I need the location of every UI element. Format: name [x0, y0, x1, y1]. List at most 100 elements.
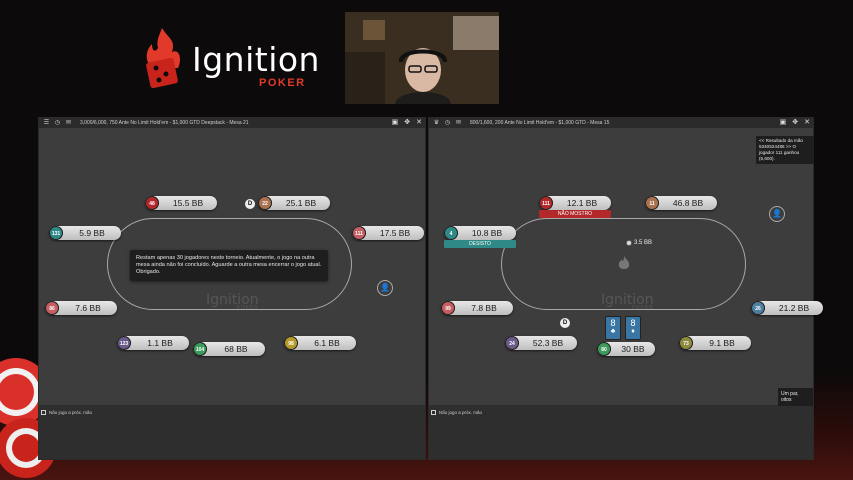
left-table-window[interactable]: ☰ ◷ ✉ 3,000/6,000, 750 Ante No Limit Hol…	[38, 117, 426, 460]
seat-stack: 30 BB	[621, 344, 645, 354]
menu-icon[interactable]: ☰	[43, 120, 50, 127]
card-rank: 8	[610, 318, 616, 328]
seat-avatar: 4	[444, 226, 458, 240]
seat-avatar: 24	[505, 336, 519, 350]
club-icon: ♣	[610, 328, 616, 335]
seat-action-tag: DESISTO	[444, 240, 516, 248]
seat-action-tag: NÃO MOSTRO	[539, 210, 611, 218]
left-action-area: Não jogo a próx. mão	[39, 405, 425, 459]
card-rank: 8	[630, 318, 636, 328]
empty-seat-icon[interactable]: 👤	[377, 280, 393, 296]
seat-stack: 9.1 BB	[709, 338, 735, 348]
pot-display: 3.5 BB	[626, 240, 652, 246]
diamond-icon: ♦	[631, 328, 635, 335]
left-close-icon[interactable]: ✕	[416, 119, 422, 127]
webcam-feed	[345, 12, 499, 104]
seat-avatar: 123	[117, 336, 131, 350]
seat-avatar: 73	[679, 336, 693, 350]
checkbox-icon[interactable]	[431, 410, 436, 415]
seat-avatar: 26	[751, 301, 765, 315]
seat-stack: 1.1 BB	[147, 338, 173, 348]
streamer-image	[345, 12, 499, 104]
left-move-icon[interactable]: ✥	[404, 119, 410, 127]
right-close-icon[interactable]: ✕	[804, 119, 810, 127]
logo-wordmark: Ignition	[192, 40, 320, 79]
sit-out-label: Não jogo a próx. mão	[49, 410, 93, 415]
right-sit-out-checkbox[interactable]: Não jogo a próx. mão	[431, 410, 482, 415]
seat-avatar: 11	[645, 196, 659, 210]
chat-icon[interactable]: ✉	[455, 120, 462, 127]
seat-avatar: 80	[597, 342, 611, 356]
left-felt-logo: Ignition POKER	[206, 292, 259, 311]
seat-avatar: 111	[352, 226, 366, 240]
seat-stack: 15.5 BB	[172, 198, 204, 208]
seat-stack: 52.3 BB	[532, 338, 564, 348]
seat[interactable]: 48 15.5 BB	[145, 196, 217, 210]
seat[interactable]: 22 25.1 BB	[258, 196, 330, 210]
right-felt: Ignition POKER 3.5 BB << Resultado da mã…	[429, 128, 823, 405]
seat[interactable]: 111 12.1 BB NÃO MOSTRO	[539, 196, 611, 218]
checkbox-icon[interactable]	[41, 410, 46, 415]
tournament-notice: Restam apenas 30 jogadores neste torneio…	[130, 250, 328, 281]
trophy-icon[interactable]: ♛	[433, 120, 440, 127]
hero-card: 8 ♦	[625, 316, 641, 340]
dealer-button: D	[245, 199, 255, 209]
sit-out-label: Não jogo a próx. mão	[439, 410, 483, 415]
left-table-title: 3,000/6,000, 750 Ante No Limit Hold'em -…	[80, 120, 249, 126]
seat[interactable]: 24 52.3 BB	[505, 336, 577, 350]
seat-avatar: 99	[441, 301, 455, 315]
seat-stack: 25.1 BB	[285, 198, 317, 208]
ignition-poker-logo: Ignition POKER	[142, 26, 319, 92]
seat[interactable]: 86 7.6 BB	[45, 301, 117, 315]
seat[interactable]: 99 7.8 BB	[441, 301, 513, 315]
left-sit-out-checkbox[interactable]: Não jogo a próx. mão	[41, 410, 92, 415]
lobby-icon[interactable]: ◷	[444, 120, 451, 127]
seat[interactable]: 98 6.1 BB	[284, 336, 356, 350]
right-action-area: Não jogo a próx. mão	[429, 405, 813, 459]
hand-result-popup: << Resultado da mão 5340524486 >> O joga…	[756, 136, 814, 164]
chip-icon	[626, 240, 632, 246]
hero-card: 8 ♣	[605, 316, 621, 340]
dealer-button: D	[560, 318, 570, 328]
right-table-window[interactable]: ♛ ◷ ✉ 800/1,600, 200 Ante No Limit Hold'…	[428, 117, 823, 460]
seat[interactable]: 26 21.2 BB	[751, 301, 823, 315]
lobby-icon[interactable]: ◷	[54, 120, 61, 127]
seat[interactable]: 73 9.1 BB	[679, 336, 751, 350]
seat-stack: 7.8 BB	[471, 303, 497, 313]
left-table-titlebar[interactable]: ☰ ◷ ✉ 3,000/6,000, 750 Ante No Limit Hol…	[39, 118, 425, 128]
seat[interactable]: 80 30 BB	[597, 342, 655, 356]
empty-seat-icon[interactable]: 👤	[769, 206, 785, 222]
pot-amount: 3.5 BB	[634, 240, 653, 246]
left-minimize-icon[interactable]: ▣	[392, 119, 399, 127]
seat[interactable]: 111 17.5 BB	[352, 226, 424, 240]
seat[interactable]: 11 46.8 BB	[645, 196, 717, 210]
seat[interactable]: 4 10.8 BB DESISTO	[444, 226, 516, 248]
seat-avatar: 111	[539, 196, 553, 210]
seat-stack: 17.5 BB	[379, 228, 411, 238]
seat-avatar: 86	[45, 301, 59, 315]
seat-stack: 68 BB	[224, 344, 248, 354]
seat-stack: 6.1 BB	[314, 338, 340, 348]
right-move-icon[interactable]: ✥	[792, 119, 798, 127]
chat-icon[interactable]: ✉	[65, 120, 72, 127]
right-minimize-icon[interactable]: ▣	[780, 119, 787, 127]
right-felt-logo: Ignition POKER	[601, 292, 654, 311]
flame-dice-icon	[146, 28, 180, 88]
seat-avatar: 131	[49, 226, 63, 240]
left-felt: Ignition POKER Restam apenas 30 jogadore…	[39, 128, 425, 405]
seat[interactable]: 131 5.9 BB	[49, 226, 121, 240]
seat[interactable]: 123 1.1 BB	[117, 336, 189, 350]
seat-avatar: 22	[258, 196, 272, 210]
hand-strength-toast: Um par, oitos	[778, 388, 813, 406]
seat-avatar: 98	[284, 336, 298, 350]
seat-stack: 21.2 BB	[778, 303, 810, 313]
seat-avatar: 104	[193, 342, 207, 356]
right-table-titlebar[interactable]: ♛ ◷ ✉ 800/1,600, 200 Ante No Limit Hold'…	[429, 118, 813, 128]
logo-subtext: POKER	[259, 77, 306, 89]
seat[interactable]: 104 68 BB	[193, 342, 265, 356]
right-table-title: 800/1,600, 200 Ante No Limit Hold'em - $…	[470, 120, 610, 126]
flame-watermark-icon	[618, 256, 630, 269]
seat-stack: 12.1 BB	[566, 198, 598, 208]
seat-stack: 46.8 BB	[672, 198, 704, 208]
seat-stack: 5.9 BB	[79, 228, 105, 238]
